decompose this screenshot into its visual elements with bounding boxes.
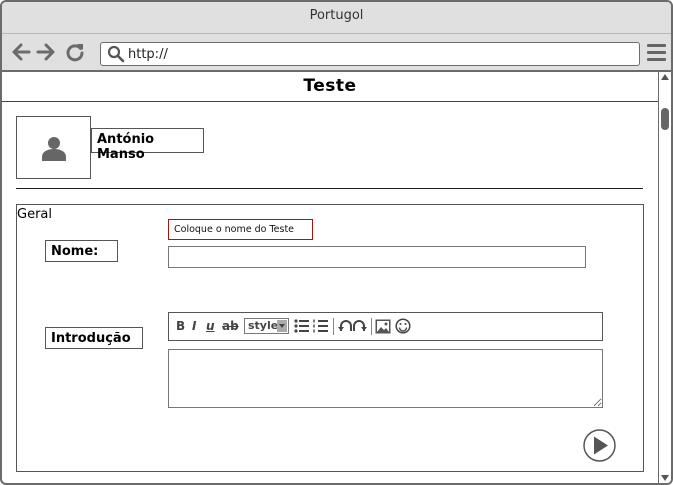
page-title: Teste <box>303 76 357 96</box>
italic-button[interactable]: I <box>192 319 196 333</box>
style-select-value: style <box>248 319 279 332</box>
page-header: Teste <box>2 72 658 102</box>
window-titlebar: Portugol <box>2 2 671 34</box>
play-icon[interactable] <box>583 429 616 462</box>
strikethrough-button[interactable]: ab <box>222 319 239 333</box>
address-bar[interactable]: http:// <box>100 42 640 66</box>
scroll-down-icon[interactable] <box>661 475 669 481</box>
vertical-scrollbar[interactable] <box>658 72 671 483</box>
image-icon[interactable] <box>375 319 391 334</box>
arrow-right-icon[interactable] <box>36 42 56 62</box>
name-label: Nome: <box>45 240 118 262</box>
divider <box>16 188 643 189</box>
arrow-left-icon[interactable] <box>11 42 31 62</box>
scroll-up-icon[interactable] <box>661 74 669 80</box>
style-select[interactable]: style <box>244 318 289 334</box>
bullet-list-icon[interactable] <box>294 319 309 333</box>
emoji-icon[interactable] <box>395 318 411 334</box>
name-input[interactable] <box>168 246 586 268</box>
numbered-list-icon[interactable] <box>313 319 328 333</box>
browser-window: Portugol http:// Teste António Manso Ger… <box>0 0 673 485</box>
underline-button[interactable]: u <box>206 319 215 333</box>
redo-icon[interactable] <box>353 319 367 333</box>
user-name: António Manso <box>91 128 204 162</box>
avatar <box>16 116 91 179</box>
rich-text-toolbar: B I u ab style <box>168 312 603 341</box>
hamburger-menu-icon[interactable] <box>647 44 667 64</box>
name-hint-tooltip: Coloque o nome do Teste <box>168 219 313 240</box>
toolbar-separator <box>333 318 334 335</box>
undo-icon[interactable] <box>338 319 352 333</box>
url-text[interactable]: http:// <box>128 47 168 62</box>
toolbar-separator <box>371 318 372 335</box>
section-title: Geral <box>17 207 52 222</box>
scroll-thumb[interactable] <box>661 108 669 130</box>
navigation-bar: http:// <box>2 34 671 72</box>
introduction-label: Introdução <box>45 327 143 349</box>
bold-button[interactable]: B <box>176 319 185 333</box>
window-title: Portugol <box>309 8 364 23</box>
reload-icon[interactable] <box>65 42 85 62</box>
user-icon <box>42 137 66 161</box>
introduction-editor[interactable] <box>168 349 603 408</box>
search-icon <box>107 45 125 63</box>
page-content: Teste António Manso Geral Coloque o nome… <box>2 72 658 483</box>
general-section: Geral Coloque o nome do Teste Nome: Intr… <box>16 204 644 472</box>
chevron-down-icon <box>277 320 287 332</box>
